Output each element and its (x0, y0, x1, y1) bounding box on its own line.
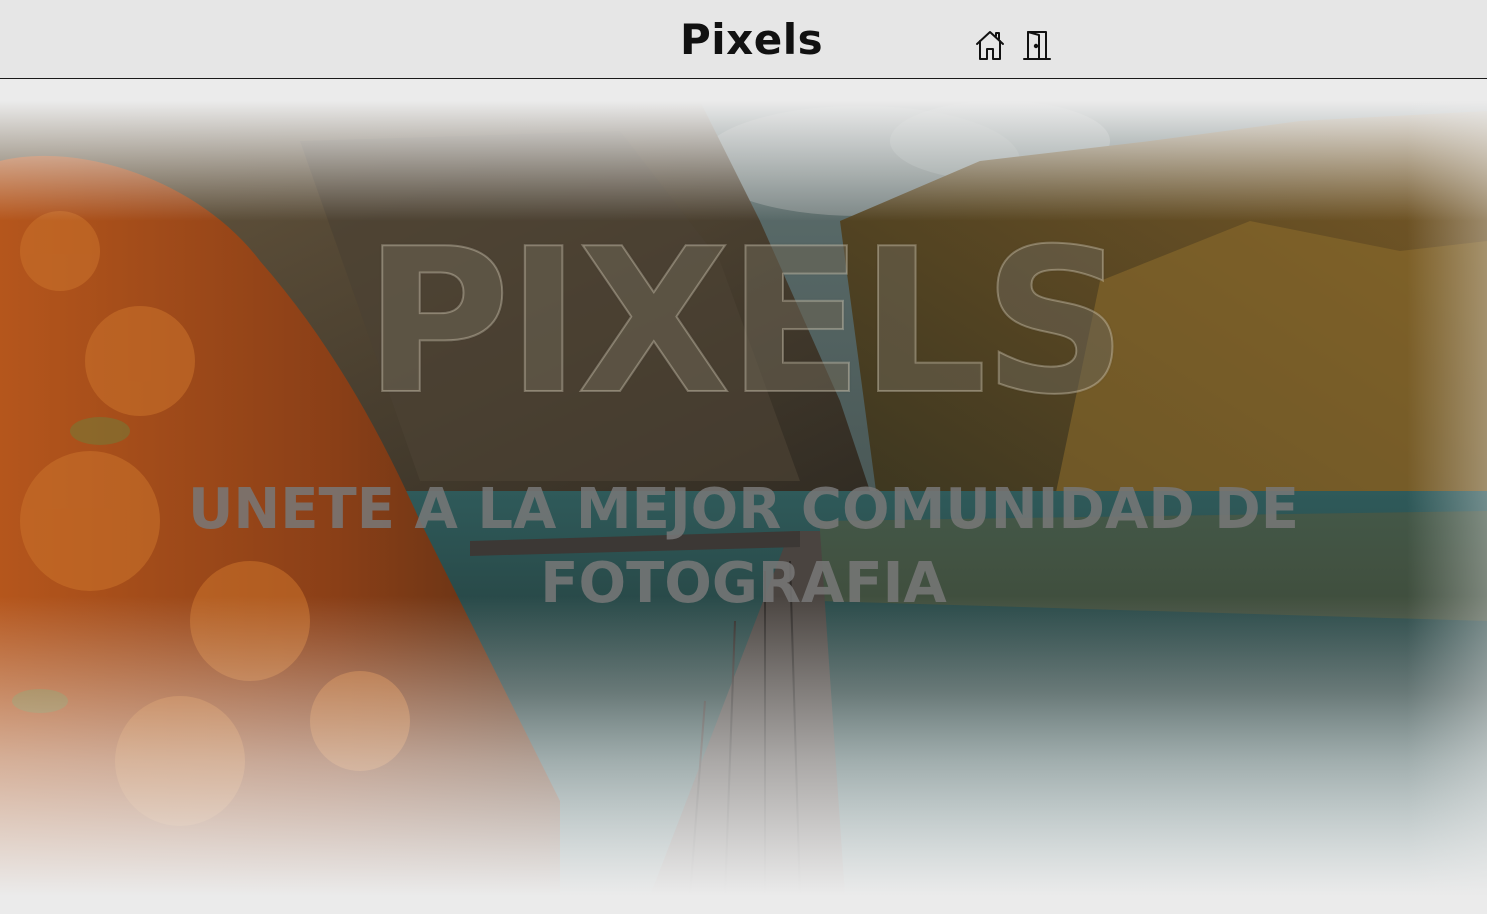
home-icon[interactable] (974, 28, 1006, 62)
hero-top-fade (0, 101, 1487, 221)
hero-banner: PIXELS UNETE A LA MEJOR COMUNIDAD DE FOT… (0, 101, 1487, 896)
hero-bottom-fade (0, 596, 1487, 896)
top-navbar: Pixels (0, 0, 1487, 79)
brand-logo[interactable]: Pixels (680, 14, 823, 66)
door-exit-icon[interactable] (1022, 28, 1054, 62)
hero-title: PIXELS (363, 206, 1128, 439)
hero-subtitle: UNETE A LA MEJOR COMUNIDAD DE FOTOGRAFIA (187, 477, 1300, 616)
